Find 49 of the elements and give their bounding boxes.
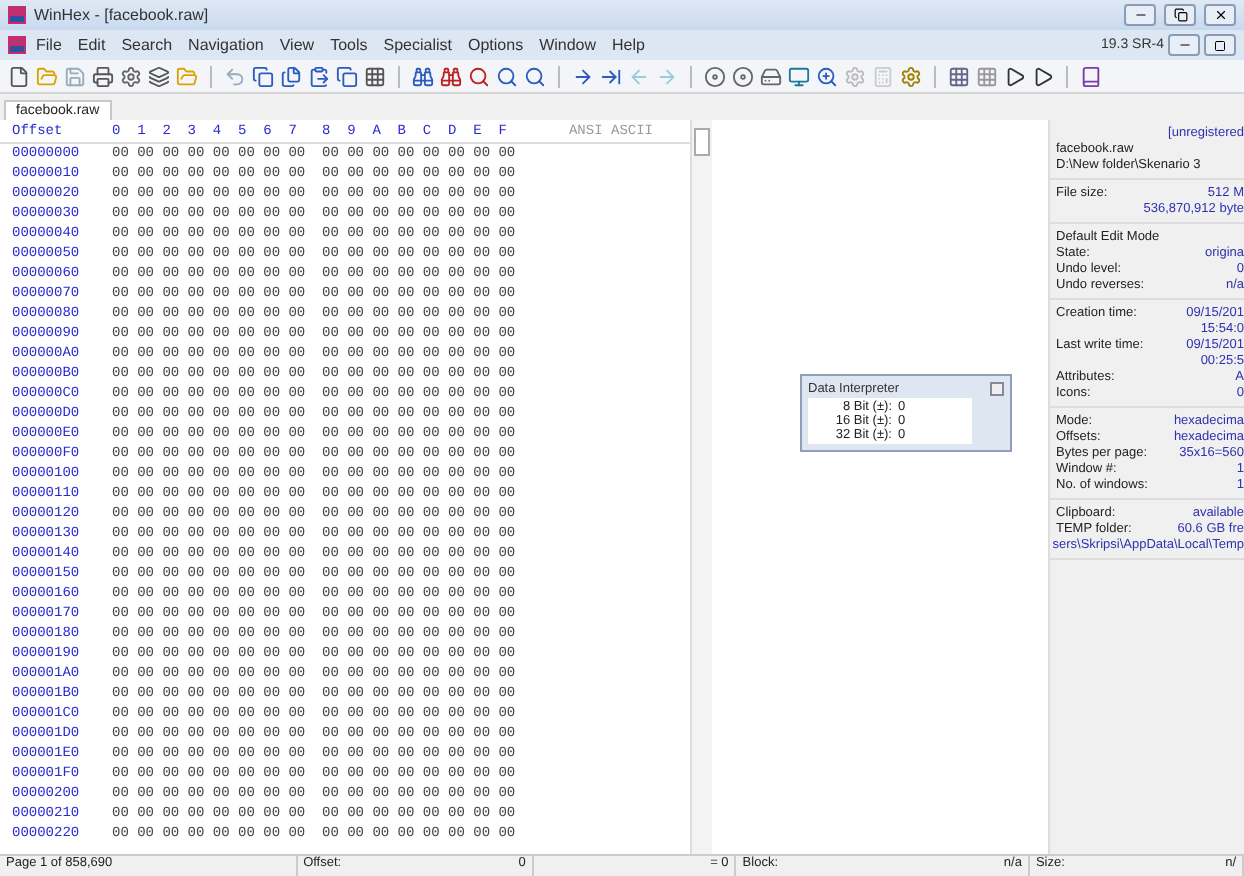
monitor-icon[interactable] [788,65,810,87]
files-icon[interactable] [280,65,302,87]
gear-icon[interactable] [900,65,922,87]
close-icon [1213,8,1227,22]
disc-icon[interactable] [732,65,754,87]
grid-icon[interactable] [948,65,970,87]
close-button[interactable] [1204,4,1236,26]
menu-item[interactable]: Specialist [377,36,458,54]
menu-item[interactable]: Search [115,36,179,54]
minimize-icon [1177,38,1191,52]
app-logo-icon [8,6,26,24]
binoculars-icon[interactable] [440,65,462,87]
triangle-right-icon[interactable] [1032,65,1054,87]
file-icon[interactable] [8,65,30,87]
restore-icon [1214,39,1226,51]
search-icon[interactable] [524,65,546,87]
search-icon[interactable] [468,65,490,87]
menu-item[interactable]: Options [462,36,530,54]
menu-item[interactable]: View [273,36,321,54]
clipboard-icon[interactable] [308,65,330,87]
grid-icon[interactable] [364,65,386,87]
scrollbar[interactable] [690,120,712,854]
app-logo-icon [8,36,26,54]
arrow-right-icon[interactable] [572,65,594,87]
layers-icon[interactable] [148,65,170,87]
book-icon[interactable] [1080,65,1102,87]
menu-item[interactable]: Help [606,36,651,54]
menu-item[interactable]: File [30,36,68,54]
window-title: WinHex - [facebook.raw] [34,6,211,24]
zoom-icon[interactable] [816,65,838,87]
drive-icon[interactable] [760,65,782,87]
disc-icon[interactable] [704,65,726,87]
menu-item[interactable]: Edit [71,36,112,54]
binoculars-icon[interactable] [412,65,434,87]
restore-icon [1173,8,1187,22]
menu-item[interactable]: Tools [324,36,374,54]
minimize-button[interactable] [1168,34,1200,56]
restore-button[interactable] [1164,4,1196,26]
menu-item[interactable]: Window [533,36,603,54]
minimize-icon [1133,8,1147,22]
restore-button[interactable] [1204,34,1236,56]
arrow-to-line-icon[interactable] [600,65,622,87]
minimize-button[interactable] [1124,4,1156,26]
copy-icon[interactable] [336,65,358,87]
copy-icon[interactable] [252,65,274,87]
printer-icon[interactable] [92,65,114,87]
search-icon[interactable] [496,65,518,87]
menu-item[interactable]: Navigation [182,36,270,54]
gear-icon[interactable] [120,65,142,87]
